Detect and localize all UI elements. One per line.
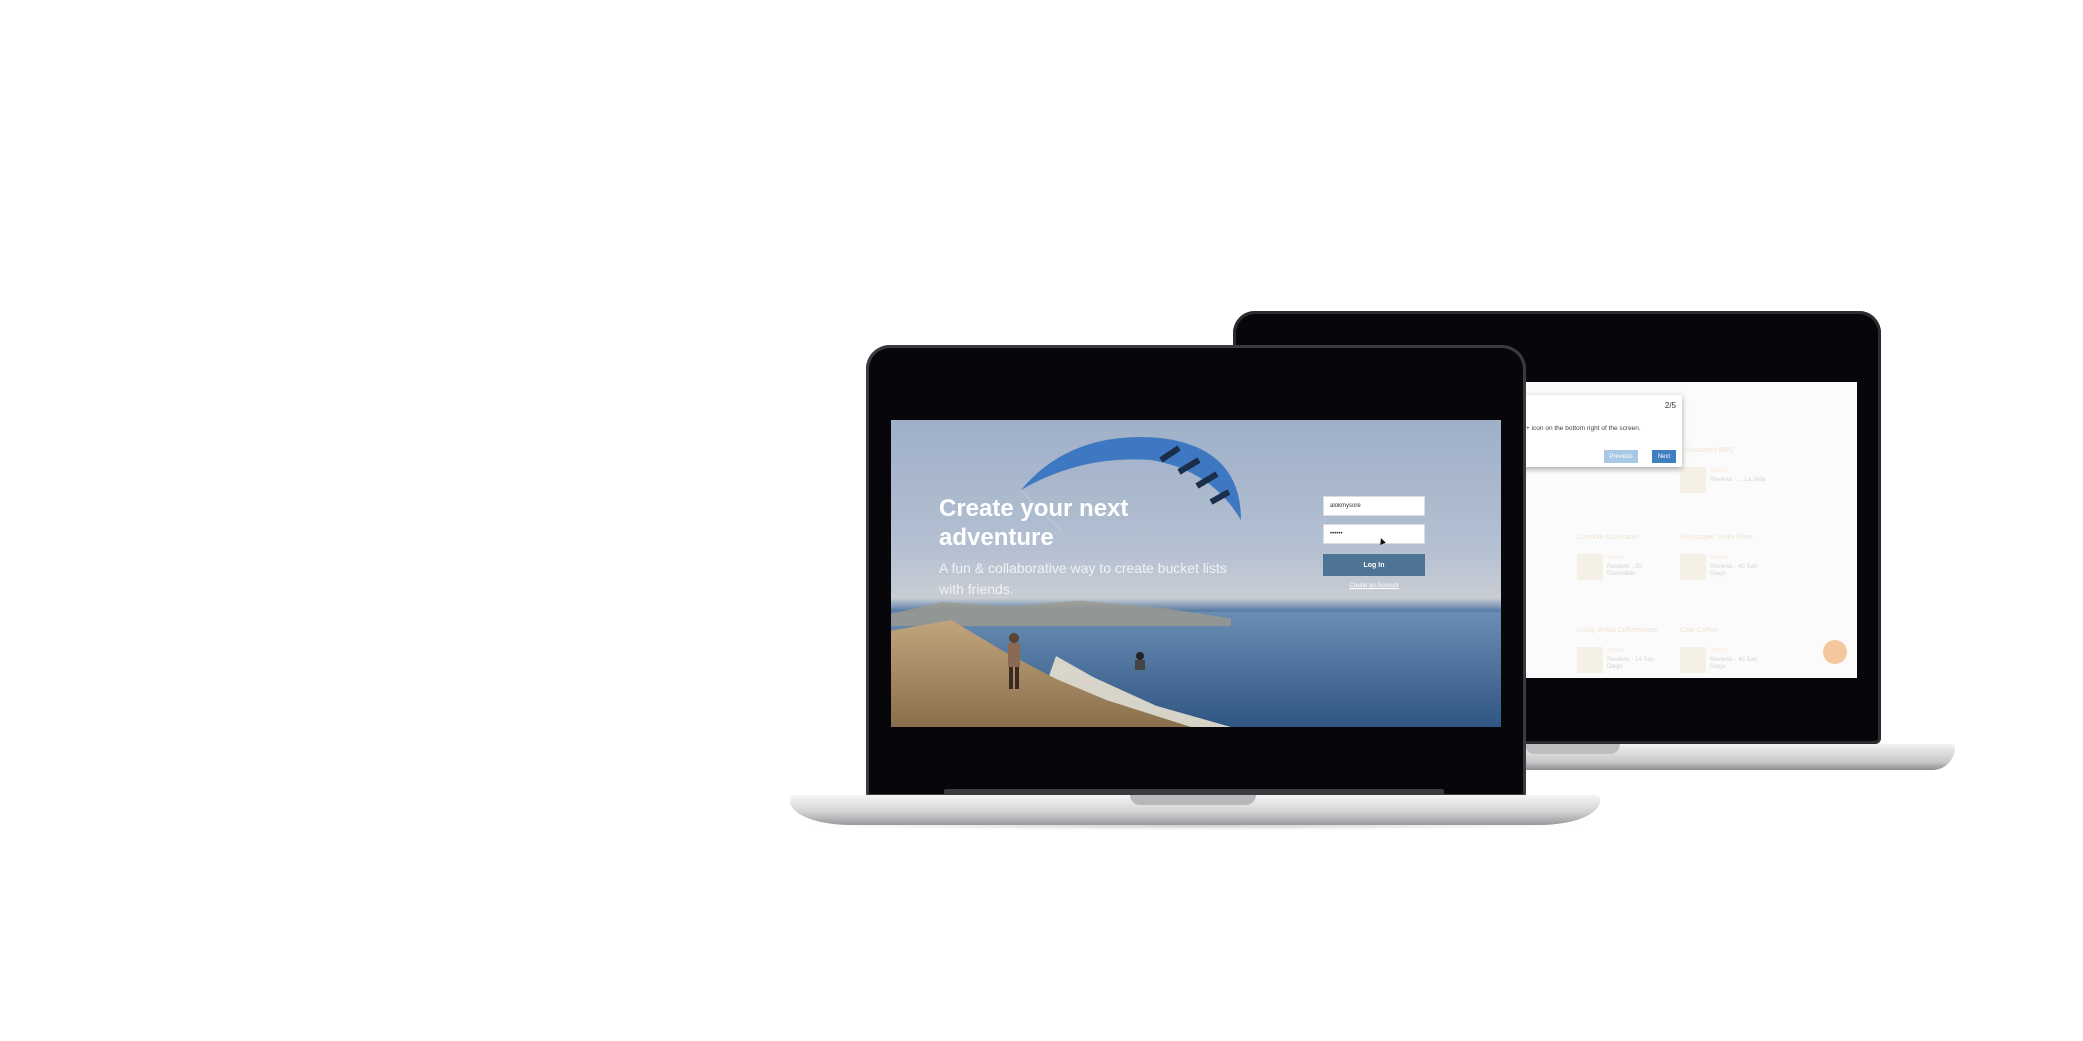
list-item[interactable]: ...Sausages BBQ ○○○○○ Reviews · ... La J…	[1680, 447, 1772, 493]
rating-stars-icon: ○○○○○	[1710, 554, 1727, 561]
card-title: Lucky Bread Coffeehouse	[1577, 627, 1658, 634]
list-item[interactable]: Lucky Bread Coffeehouse ○○○○○ Reviews · …	[1577, 627, 1669, 673]
card-thumbnail	[1680, 467, 1706, 493]
card-meta: Reviews · 14 San Diego	[1607, 657, 1655, 670]
card-thumbnail	[1577, 647, 1603, 673]
login-button[interactable]: Log In	[1323, 554, 1425, 576]
card-thumbnail	[1577, 554, 1603, 580]
card-title: Cafe Coffee	[1680, 627, 1718, 634]
plus-icon[interactable]	[1823, 640, 1847, 664]
card-title: Skyscraper Sushi Plate	[1680, 534, 1753, 541]
card-title: ...Sausages BBQ	[1680, 447, 1734, 454]
create-account-link[interactable]: Create an Account	[1323, 583, 1425, 589]
card-meta: Reviews · 20 Escondido	[1607, 564, 1642, 577]
tour-popup: 2/5 + icon on the bottom right of the sc…	[1520, 395, 1682, 467]
card-thumbnail	[1680, 554, 1706, 580]
rating-stars-icon: ○○○○○	[1710, 647, 1727, 654]
tour-step-counter: 2/5	[1664, 401, 1676, 410]
login-screen: Create your next adventure A fun & colla…	[891, 420, 1501, 727]
back-laptop-notch	[1525, 744, 1620, 754]
card-thumbnail	[1680, 647, 1706, 673]
tour-next-button[interactable]: Next	[1652, 450, 1676, 463]
list-item[interactable]: Cafe Coffee ○○○○○ Reviews · 4d San Diego	[1680, 627, 1772, 673]
front-laptop-notch	[1130, 795, 1256, 805]
tour-text: + icon on the bottom right of the screen…	[1526, 425, 1641, 432]
hero-subtitle: A fun & collaborative way to create buck…	[939, 560, 1227, 597]
card-title: Crumble Croissants	[1577, 534, 1639, 541]
rating-stars-icon: ○○○○○	[1710, 467, 1727, 474]
background-hills	[891, 600, 1231, 626]
list-item[interactable]: Crumble Croissants ○○○○○ Reviews · 20 Es…	[1577, 534, 1669, 580]
username-field[interactable]	[1323, 496, 1425, 516]
tandem-glider-icon	[1135, 652, 1145, 670]
password-field[interactable]	[1323, 524, 1425, 544]
list-item[interactable]: Skyscraper Sushi Plate ○○○○○ Reviews · 4…	[1680, 534, 1772, 580]
rating-stars-icon: ○○○○○	[1607, 554, 1624, 561]
card-meta: Reviews · 4d San Diego	[1710, 657, 1758, 670]
hero-title: Create your next adventure	[939, 495, 1129, 551]
card-meta: Reviews · ... La Jolla	[1710, 477, 1766, 483]
tour-previous-button[interactable]: Previous	[1604, 450, 1638, 463]
rating-stars-icon: ○○○○○	[1607, 647, 1624, 654]
person-icon	[1008, 633, 1020, 689]
card-meta: Reviews · 40 San Diego	[1710, 564, 1758, 577]
